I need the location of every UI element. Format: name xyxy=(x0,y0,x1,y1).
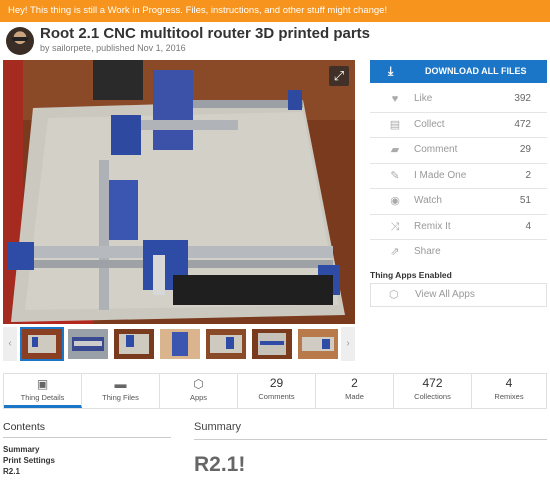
tab-label: Thing Details xyxy=(20,393,65,402)
expand-icon[interactable]: ⤢ xyxy=(329,66,349,86)
action-label: Share xyxy=(414,246,441,257)
comment-button[interactable]: ▰ Comment 29 xyxy=(370,138,547,164)
actions-list: ♥ Like 392 ▤ Collect 472 ▰ Comment 29 ✎ I Made … xyxy=(370,87,547,265)
action-count: 51 xyxy=(519,195,531,206)
share-button[interactable]: ⇗ Share xyxy=(370,240,547,265)
tab-label: Thing Files xyxy=(102,393,139,402)
page-title: Root 2.1 CNC multitool router 3D printed… xyxy=(40,25,371,42)
action-count: 472 xyxy=(514,118,531,130)
action-label: Watch xyxy=(414,195,442,206)
view-all-apps-label: View All Apps xyxy=(415,289,475,300)
thumbnail[interactable] xyxy=(20,327,64,361)
speech-bubble-icon: ▰ xyxy=(390,144,400,156)
tab-label: Apps xyxy=(189,393,208,402)
avatar[interactable] xyxy=(6,27,34,55)
tab-label: Made xyxy=(345,392,364,401)
watch-button[interactable]: ◉ Watch 51 xyxy=(370,189,547,215)
tab-comments[interactable]: 29 Comments xyxy=(238,374,316,408)
tab-thing-details[interactable]: ▣ Thing Details xyxy=(4,374,82,408)
byline: by sailorpete, published Nov 1, 2016 xyxy=(40,43,186,53)
thing-apps-heading: Thing Apps Enabled xyxy=(370,270,452,280)
contents-link-r21[interactable]: R2.1 xyxy=(3,467,20,476)
tab-made[interactable]: 2 Made xyxy=(316,374,394,408)
thumbnail-strip: ‹ › xyxy=(3,327,355,361)
tab-count: 472 xyxy=(422,376,443,390)
author-link[interactable]: sailorpete xyxy=(52,43,91,53)
document-icon: ▣ xyxy=(36,377,49,391)
tab-count: 29 xyxy=(269,376,284,390)
thing-header: Root 2.1 CNC multitool router 3D printed… xyxy=(6,25,544,57)
chevron-left-icon[interactable]: ‹ xyxy=(3,327,17,361)
tab-label: Comments xyxy=(258,392,295,401)
contents-link-summary[interactable]: Summary xyxy=(3,445,39,454)
action-label: Like xyxy=(414,93,433,104)
eye-icon: ◉ xyxy=(390,195,400,207)
download-all-button[interactable]: ⤓ DOWNLOAD ALL FILES xyxy=(370,60,547,83)
action-label: I Made One xyxy=(414,169,467,181)
tab-thing-files[interactable]: ▬ Thing Files xyxy=(82,374,160,408)
action-count: 4 xyxy=(525,220,531,232)
thumbnail[interactable] xyxy=(204,327,248,361)
download-label: DOWNLOAD ALL FILES xyxy=(425,66,527,76)
i-made-one-button[interactable]: ✎ I Made One 2 xyxy=(370,164,547,189)
thumbnail[interactable] xyxy=(250,327,294,361)
folder-icon: ▬ xyxy=(114,377,127,391)
thumbnail[interactable] xyxy=(66,327,110,361)
tab-count: 4 xyxy=(505,376,513,390)
shuffle-icon: ⤨ xyxy=(390,220,400,233)
thumbnail[interactable] xyxy=(296,327,340,361)
heart-icon: ♥ xyxy=(391,93,399,105)
cube-icon: ⬡ xyxy=(193,377,204,391)
chevron-right-icon[interactable]: › xyxy=(341,327,355,361)
pencil-square-icon: ✎ xyxy=(390,169,400,182)
remix-button[interactable]: ⤨ Remix It 4 xyxy=(370,215,547,240)
summary-heading: Summary xyxy=(194,421,242,433)
work-in-progress-banner: Hey! This thing is still a Work in Progr… xyxy=(0,0,550,22)
download-icon: ⤓ xyxy=(388,64,394,78)
action-label: Collect xyxy=(414,118,445,130)
summary-text: R2.1! xyxy=(194,453,246,476)
contents-divider xyxy=(3,437,171,438)
thumbnail[interactable] xyxy=(112,327,156,361)
contents-link-print-settings[interactable]: Print Settings xyxy=(3,456,55,465)
tab-count: 2 xyxy=(351,376,358,390)
action-label: Remix It xyxy=(414,220,451,232)
tab-remixes[interactable]: 4 Remixes xyxy=(472,374,546,408)
published-date: , published Nov 1, 2016 xyxy=(91,43,186,53)
byline-by: by xyxy=(40,43,50,53)
action-label: Comment xyxy=(414,144,458,155)
contents-heading: Contents xyxy=(3,421,46,433)
thing-tabs: ▣ Thing Details ▬ Thing Files ⬡ Apps 29 Comm… xyxy=(3,373,547,409)
tab-apps[interactable]: ⬡ Apps xyxy=(160,374,238,408)
tab-collections[interactable]: 472 Collections xyxy=(394,374,472,408)
action-count: 29 xyxy=(519,144,531,155)
stack-icon: ▤ xyxy=(389,118,401,131)
main-photo[interactable]: ⤢ xyxy=(3,60,355,324)
action-count: 2 xyxy=(525,169,531,181)
cnc-photo-image xyxy=(3,60,355,324)
cube-icon: ⬡ xyxy=(389,289,399,301)
thumbnail[interactable] xyxy=(158,327,202,361)
share-icon: ⇗ xyxy=(390,246,400,258)
view-all-apps-button[interactable]: ⬡ View All Apps xyxy=(370,283,547,307)
tab-label: Collections xyxy=(414,392,451,401)
like-button[interactable]: ♥ Like 392 xyxy=(370,87,547,113)
summary-divider xyxy=(194,439,547,440)
action-count: 392 xyxy=(514,93,531,104)
collect-button[interactable]: ▤ Collect 472 xyxy=(370,113,547,138)
tab-label: Remixes xyxy=(494,392,524,401)
